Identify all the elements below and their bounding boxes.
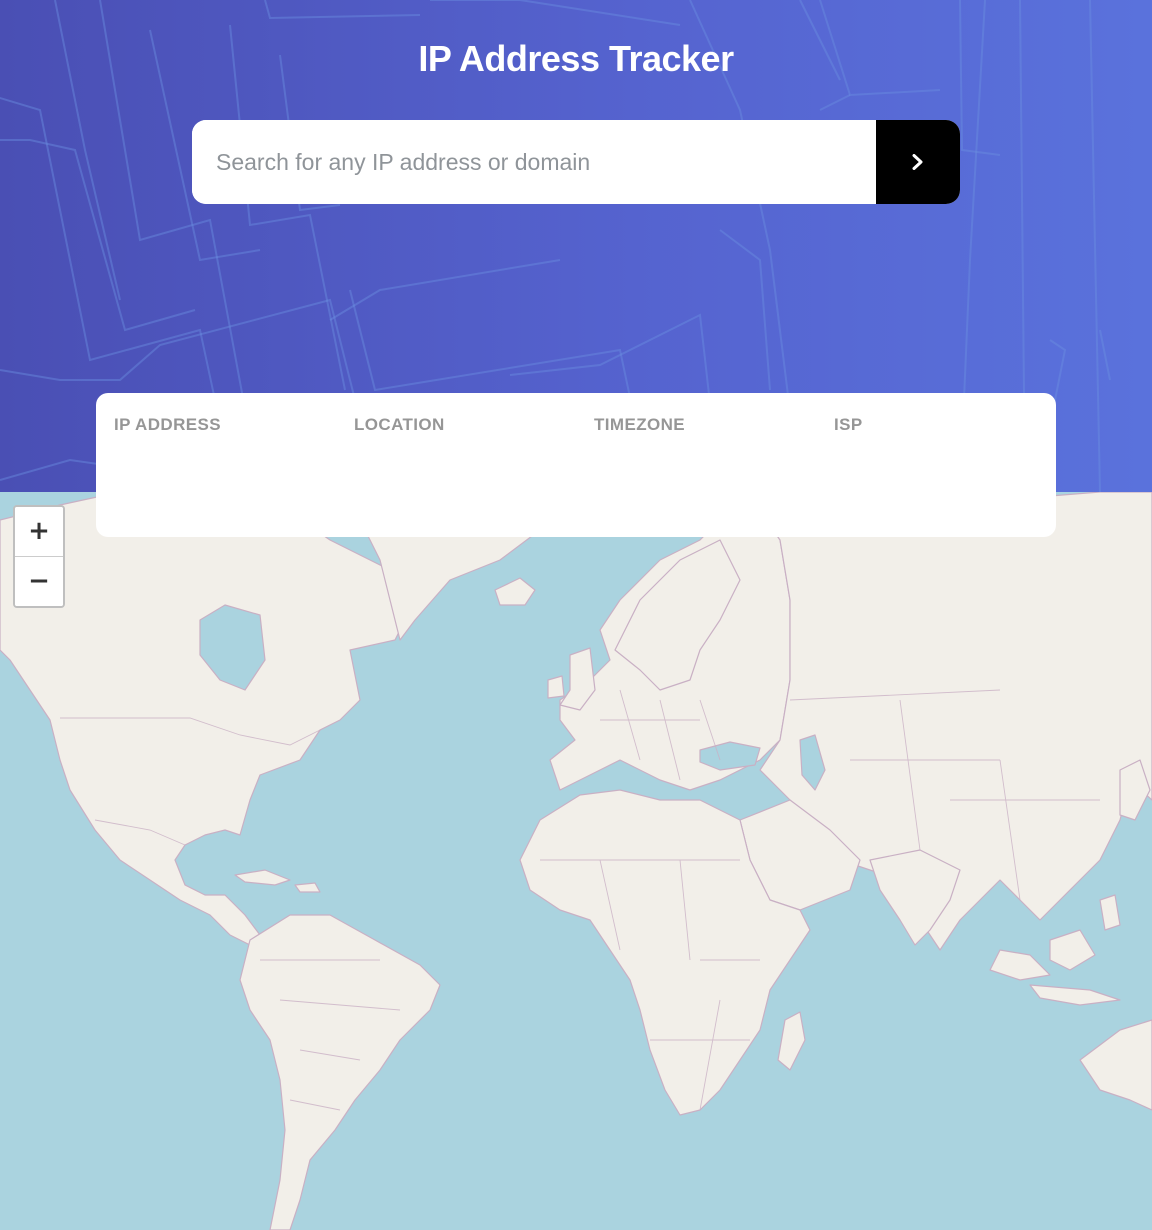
zoom-out-button[interactable]: − xyxy=(15,557,63,606)
borneo-landmass xyxy=(1049,929,1096,971)
page-title: IP Address Tracker xyxy=(418,38,734,79)
location-label: LOCATION xyxy=(354,415,445,434)
info-ip-address: IP ADDRESS xyxy=(114,415,334,473)
isp-label: ISP xyxy=(834,415,863,434)
world-map-tiles xyxy=(0,492,1152,1230)
madagascar-landmass xyxy=(777,1011,806,1071)
ireland-landmass xyxy=(547,675,565,699)
info-timezone: TIMEZONE xyxy=(594,415,814,473)
australia-landmass xyxy=(1079,1019,1152,1111)
location-value xyxy=(354,447,574,473)
info-isp: ISP xyxy=(834,415,1054,473)
info-location: LOCATION xyxy=(354,415,574,473)
timezone-value xyxy=(594,447,814,473)
timezone-label: TIMEZONE xyxy=(594,415,686,434)
cuba-landmass xyxy=(234,869,291,886)
isp-value xyxy=(834,447,1054,473)
ip-address-value xyxy=(114,447,334,473)
philippines-landmass xyxy=(1099,894,1121,931)
app-root: IP Address Tracker IP ADDRESS LOCATION T… xyxy=(0,0,1152,1230)
iceland-landmass xyxy=(494,577,536,606)
world-map[interactable] xyxy=(0,492,1152,1230)
south-america-landmass xyxy=(239,914,441,1230)
search-input[interactable] xyxy=(192,120,876,204)
hispaniola-landmass xyxy=(294,882,321,893)
sumatra-landmass xyxy=(1029,984,1121,1006)
search-submit-button[interactable] xyxy=(876,120,960,204)
chevron-right-icon xyxy=(912,154,923,170)
ip-info-card: IP ADDRESS LOCATION TIMEZONE ISP xyxy=(96,393,1056,537)
indonesia-landmass xyxy=(989,949,1051,981)
search-form xyxy=(192,120,960,204)
zoom-in-button[interactable]: + xyxy=(15,507,63,557)
ip-address-label: IP ADDRESS xyxy=(114,415,221,434)
map-zoom-control: + − xyxy=(13,505,65,608)
